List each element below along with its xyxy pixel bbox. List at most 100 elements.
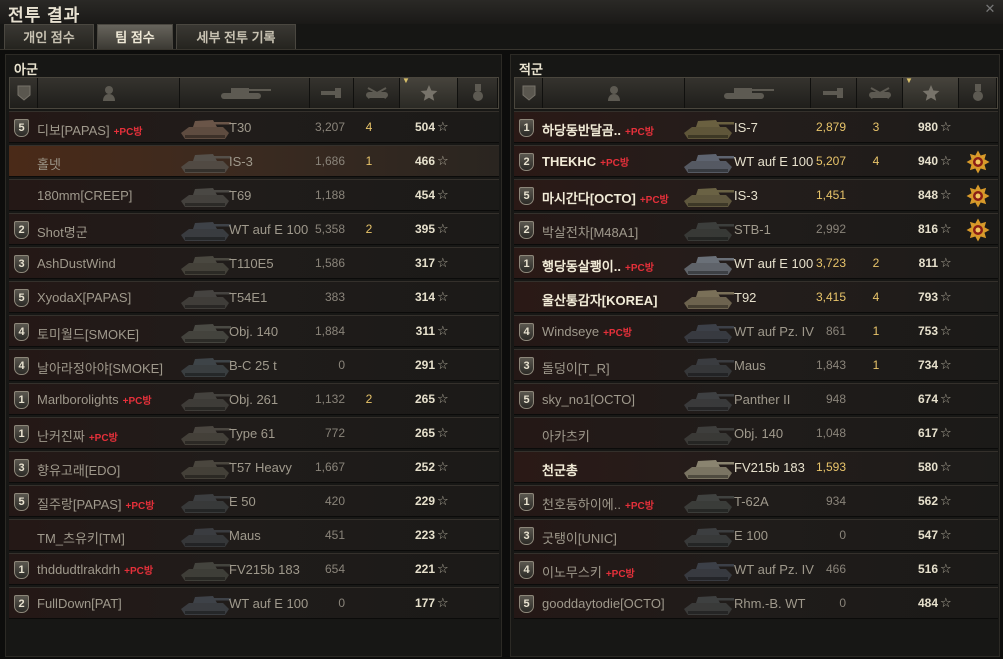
star-icon: ☆ (437, 357, 449, 372)
medal-icon[interactable] (966, 218, 990, 242)
player-name[interactable]: XyodaX[PAPAS] (37, 290, 131, 305)
player-name[interactable]: AshDustWind (37, 256, 116, 271)
col-squad[interactable] (515, 78, 543, 108)
player-row[interactable]: 1 천호동하이에.. +PC방 T-62A 934 562 ☆ (514, 485, 998, 517)
col-kills[interactable] (354, 78, 400, 108)
player-row[interactable]: 5 디보[PAPAS] +PC방 T30 3,207 4 504 ☆ (9, 111, 499, 143)
player-row[interactable]: 1 하당동반달곰.. +PC방 IS-7 2,879 3 980 ☆ (514, 111, 998, 143)
tab-team-score[interactable]: 팀 점수 (97, 24, 173, 49)
player-row[interactable]: 2 FullDown[PAT] WT auf E 100 0 177 ☆ (9, 587, 499, 619)
medal-icon[interactable] (966, 150, 990, 174)
squad-badge: 1 (519, 119, 534, 137)
allied-team-panel: 아군 ▼ 5 디보[PAPAS] +PC방 T30 3,207 4 504 ☆ 홀넷 IS-3 1,… (5, 54, 502, 657)
damage-value: 466 (825, 562, 846, 576)
player-row[interactable]: 4 토미월드[SMOKE] Obj. 140 1,884 311 ☆ (9, 315, 499, 347)
player-name[interactable]: 질주랑[PAPAS] +PC방 (37, 494, 154, 513)
col-medals[interactable] (959, 78, 997, 108)
player-row[interactable]: 2 Shot명군 WT auf E 100 5,358 2 395 ☆ (9, 213, 499, 245)
close-icon[interactable]: ✕ (983, 2, 997, 16)
star-icon: ☆ (940, 391, 952, 406)
player-row[interactable]: 5 XyodaX[PAPAS] T54E1 383 314 ☆ (9, 281, 499, 313)
player-row[interactable]: 1 행당동살쾡이.. +PC방 WT auf E 100 3,723 2 811 ☆ (514, 247, 998, 279)
player-name[interactable]: THEKHC +PC방 (542, 154, 629, 169)
experience-value: 848 (917, 188, 938, 202)
player-name[interactable]: 돌덩이[T_R] (542, 358, 610, 377)
player-name[interactable]: Windseye +PC방 (542, 324, 632, 339)
player-name[interactable]: 아카츠키 (542, 426, 590, 445)
tank-icon (682, 147, 734, 177)
player-row[interactable]: 2 박살전차[M48A1] STB-1 2,992 816 ☆ (514, 213, 998, 245)
player-row[interactable]: 5 gooddaytodie[OCTO] Rhm.-B. WT 0 484 ☆ (514, 587, 998, 619)
player-row[interactable]: 5 질주랑[PAPAS] +PC방 E 50 420 229 ☆ (9, 485, 499, 517)
tank-icon (682, 113, 734, 143)
pc-bang-tag: +PC방 (624, 127, 654, 138)
col-experience[interactable]: ▼ (903, 76, 959, 108)
col-vehicle[interactable] (685, 78, 811, 108)
player-name[interactable]: Shot명군 (37, 222, 88, 241)
kills-value: 2 (365, 392, 373, 406)
player-row[interactable]: 울산통감자[KOREA] T92 3,415 4 793 ☆ (514, 281, 998, 313)
player-row[interactable]: 5 sky_no1[OCTO] Panther II 948 674 ☆ (514, 383, 998, 415)
col-player[interactable] (543, 78, 685, 108)
player-name-text: 천군총 (542, 463, 578, 478)
player-name[interactable]: thddudtlrakdrh +PC방 (37, 562, 153, 577)
player-name[interactable]: 마시간다[OCTO] +PC방 (542, 188, 669, 207)
player-row[interactable]: 1 Marlborolights +PC방 Obj. 261 1,132 2 265 ☆ (9, 383, 499, 415)
col-damage[interactable] (811, 78, 857, 108)
player-name[interactable]: 천군총 (542, 460, 578, 479)
player-name[interactable]: 울산통감자[KOREA] (542, 290, 657, 309)
player-name-text: 향유고래[EDO] (37, 463, 121, 478)
player-name[interactable]: 향유고래[EDO] (37, 460, 120, 479)
vehicle-name: STB-1 (734, 222, 771, 237)
player-row[interactable]: 4 Windseye +PC방 WT auf Pz. IV 861 1 753 ☆ (514, 315, 998, 347)
player-name[interactable]: 난커진짜 +PC방 (37, 426, 118, 445)
player-name[interactable]: 토미월드[SMOKE] (37, 324, 139, 343)
player-name[interactable]: 디보[PAPAS] +PC방 (37, 120, 143, 139)
player-row[interactable]: 4 날아라정아야[SMOKE] B-C 25 t 0 291 ☆ (9, 349, 499, 381)
player-row[interactable]: 3 AshDustWind T110E5 1,586 317 ☆ (9, 247, 499, 279)
tab-personal-score[interactable]: 개인 점수 (4, 24, 94, 49)
col-medals[interactable] (458, 78, 498, 108)
col-kills[interactable] (857, 78, 903, 108)
player-name[interactable]: 하당동반달곰.. +PC방 (542, 120, 654, 139)
player-row[interactable]: 아카츠키 Obj. 140 1,048 617 ☆ (514, 417, 998, 449)
player-name[interactable]: 이노무스키 +PC방 (542, 562, 635, 581)
player-name[interactable]: 홀넷 (37, 154, 61, 173)
player-name[interactable]: sky_no1[OCTO] (542, 392, 635, 407)
player-row[interactable]: 4 이노무스키 +PC방 WT auf Pz. IV 466 516 ☆ (514, 553, 998, 585)
player-row[interactable]: 홀넷 IS-3 1,686 1 466 ☆ (9, 145, 499, 177)
player-row[interactable]: 2 THEKHC +PC방 WT auf E 100 5,207 4 940 ☆ (514, 145, 998, 177)
player-name[interactable]: 행당동살쾡이.. +PC방 (542, 256, 654, 275)
player-name[interactable]: FullDown[PAT] (37, 596, 122, 611)
medal-icon[interactable] (966, 184, 990, 208)
player-row[interactable]: 1 난커진짜 +PC방 Type 61 772 265 ☆ (9, 417, 499, 449)
damage-value: 1,593 (815, 460, 846, 474)
tab-detailed-battle-log[interactable]: 세부 전투 기록 (176, 24, 296, 49)
col-vehicle[interactable] (180, 78, 310, 108)
col-squad[interactable] (10, 78, 38, 108)
player-row[interactable]: 1 thddudtlrakdrh +PC방 FV215b 183 654 221 ☆ (9, 553, 499, 585)
player-row[interactable]: 5 마시간다[OCTO] +PC방 IS-3 1,451 848 ☆ (514, 179, 998, 211)
tank-icon (682, 453, 734, 483)
player-name[interactable]: 천호동하이에.. +PC방 (542, 494, 654, 513)
player-name[interactable]: 180mm[CREEP] (37, 188, 132, 203)
player-row[interactable]: 3 돌덩이[T_R] Maus 1,843 1 734 ☆ (514, 349, 998, 381)
star-icon: ☆ (940, 459, 952, 474)
col-experience[interactable]: ▼ (400, 76, 458, 108)
player-row[interactable]: 3 굿탱이[UNIC] E 100 0 547 ☆ (514, 519, 998, 551)
player-name[interactable]: 박살전차[M48A1] (542, 222, 638, 241)
col-damage[interactable] (310, 78, 354, 108)
player-name[interactable]: gooddaytodie[OCTO] (542, 596, 665, 611)
player-name[interactable]: TM_츠유키[TM] (37, 528, 125, 547)
vehicle-name: Obj. 140 (734, 426, 784, 441)
player-name-text: sky_no1[OCTO] (542, 392, 635, 407)
squad-badge: 1 (14, 561, 29, 579)
player-row[interactable]: 천군총 FV215b 183 1,593 580 ☆ (514, 451, 998, 483)
player-row[interactable]: TM_츠유키[TM] Maus 451 223 ☆ (9, 519, 499, 551)
col-player[interactable] (38, 78, 180, 108)
player-row[interactable]: 3 향유고래[EDO] T57 Heavy 1,667 252 ☆ (9, 451, 499, 483)
player-name[interactable]: 날아라정아야[SMOKE] (37, 358, 163, 377)
player-row[interactable]: 180mm[CREEP] T69 1,188 454 ☆ (9, 179, 499, 211)
player-name[interactable]: 굿탱이[UNIC] (542, 528, 617, 547)
player-name[interactable]: Marlborolights +PC방 (37, 392, 152, 407)
